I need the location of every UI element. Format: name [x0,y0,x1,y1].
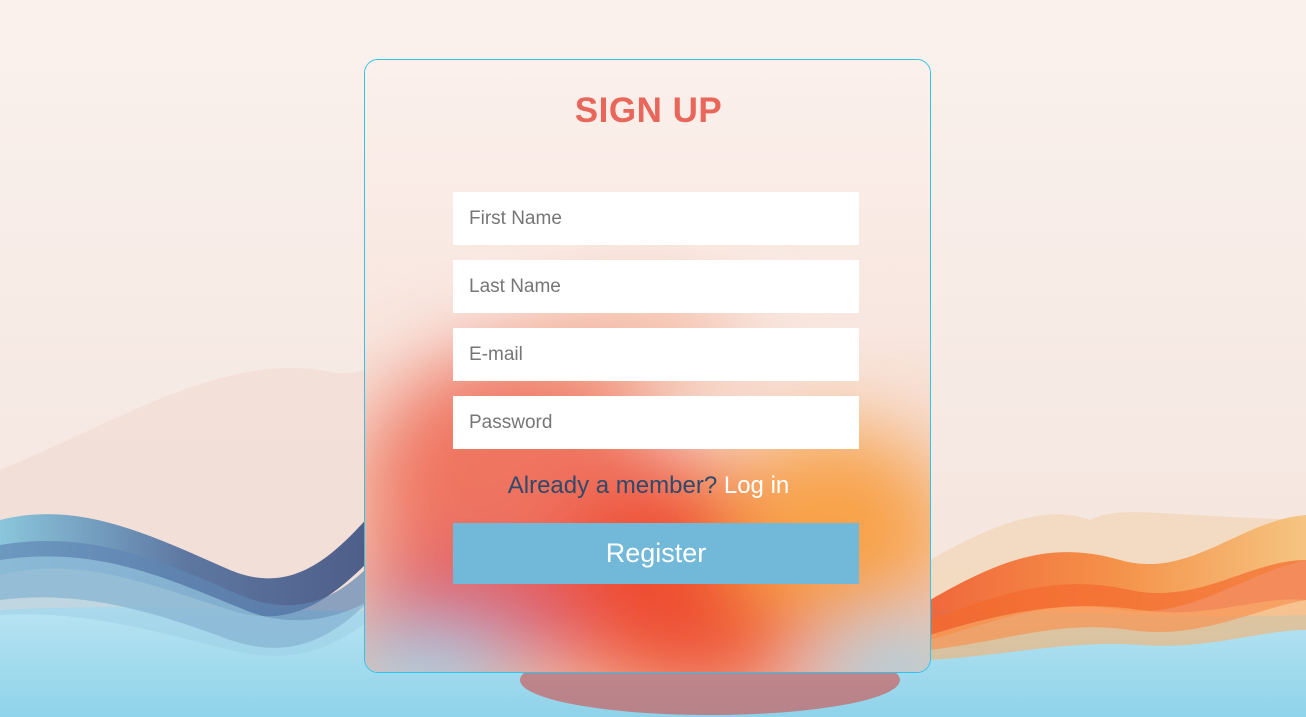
register-button[interactable]: Register [453,523,859,584]
page-title: SIGN UP [574,91,723,130]
login-link[interactable]: Log in [724,472,789,499]
last-name-field[interactable] [453,260,859,313]
first-name-field[interactable] [453,192,859,245]
password-field[interactable] [453,396,859,449]
email-field[interactable] [453,328,859,381]
member-prompt-text: Already a member? [507,472,718,499]
login-prompt: Already a member? Log in [365,472,930,500]
signup-card: SIGN UP Already a member? Log in Registe… [364,59,931,673]
